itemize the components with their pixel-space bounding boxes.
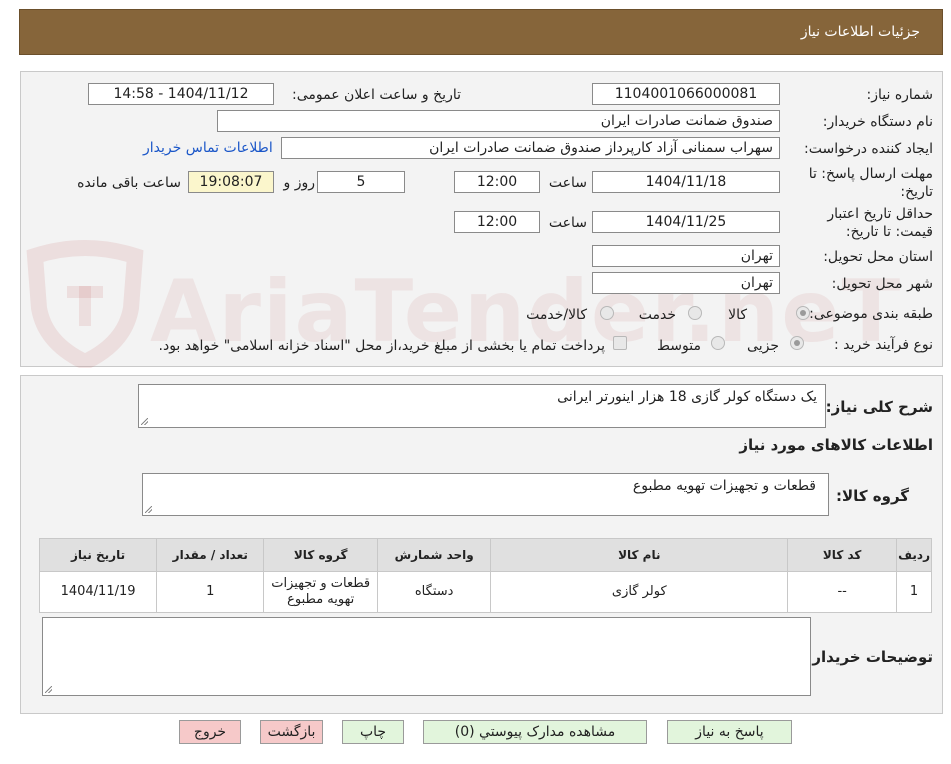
goods-group-textarea: قطعات و تجهیزات تهویه مطبوع (142, 473, 829, 516)
page-header: جزئیات اطلاعات نیاز (19, 9, 943, 55)
table-header-row: ردیف کد کالا نام کالا واحد شمارش گروه کا… (38, 538, 932, 572)
col-quantity: تعداد / مقدار (156, 538, 265, 572)
cell-goods-name: کولر گازی (490, 571, 789, 613)
col-unit: واحد شمارش (376, 538, 492, 572)
buyer-contact-link[interactable]: اطلاعات تماس خریدار (143, 140, 273, 156)
goods-group-label: گروه کالا: (836, 487, 909, 505)
deadline-time-label: ساعت (548, 175, 587, 191)
summary-label: شرح کلی نیاز: (825, 398, 933, 416)
deadline-date-field: 1404/11/18 (592, 171, 780, 193)
resize-grip-icon[interactable] (141, 418, 148, 425)
remaining-time-label: ساعت باقی مانده (77, 175, 181, 191)
watermark-logo (15, 238, 155, 371)
category-label: طبقه بندی موضوعی: (809, 306, 933, 322)
announce-datetime-field: 1404/11/12 - 14:58 (88, 83, 274, 105)
resize-grip-icon[interactable] (145, 506, 152, 513)
validity-time-label: ساعت (548, 215, 587, 231)
col-need-date: تاریخ نیاز (38, 538, 158, 572)
need-number-field: 1104001066000081 (592, 83, 780, 105)
buyer-org-label: نام دستگاه خریدار: (822, 114, 933, 130)
cell-row-number: 1 (896, 571, 932, 613)
days-label: روز و (283, 175, 316, 191)
province-field: تهران (592, 245, 780, 267)
remaining-time-field: 19:08:07 (188, 171, 274, 193)
reply-button[interactable]: پاسخ به نیاز (667, 720, 792, 744)
need-number-label: شماره نیاز: (866, 87, 934, 103)
category-option-goods-service: کالا/خدمت (526, 307, 587, 323)
category-radio-goods[interactable] (796, 306, 810, 320)
shield-logo-icon (26, 240, 144, 371)
validity-label-date: قیمت: تا تاریخ: (845, 224, 933, 240)
category-radio-service[interactable] (688, 306, 702, 320)
treasury-checkbox[interactable] (613, 336, 627, 350)
exit-button[interactable]: خروج (179, 720, 241, 744)
col-row-number: ردیف (896, 538, 932, 572)
cell-goods-group: قطعات و تجهیزات تهویه مطبوع (263, 571, 378, 613)
buyer-notes-label: توضیحات خریدار: (806, 648, 933, 666)
city-label: شهر محل تحویل: (831, 276, 933, 292)
buyer-org-field: صندوق ضمانت صادرات ایران (217, 110, 780, 132)
col-goods-group: گروه کالا (263, 538, 378, 572)
goods-table: ردیف کد کالا نام کالا واحد شمارش گروه کا… (38, 538, 932, 613)
summary-text: یک دستگاه کولر گازی 18 هزار اینورتر ایرا… (557, 389, 817, 405)
process-label: نوع فرآیند خرید : (834, 337, 933, 353)
province-label: استان محل تحویل: (823, 249, 933, 265)
validity-time-field: 12:00 (454, 211, 540, 233)
cell-quantity: 1 (156, 571, 265, 613)
city-field: تهران (592, 272, 780, 294)
announce-label: تاریخ و ساعت اعلان عمومی: (292, 87, 461, 103)
page-title: جزئیات اطلاعات نیاز (800, 24, 920, 40)
category-radio-goods-service[interactable] (600, 306, 614, 320)
creator-field: سهراب سمنانی آزاد کارپرداز صندوق ضمانت ص… (281, 137, 780, 159)
process-radio-medium[interactable] (711, 336, 725, 350)
category-option-service: خدمت (638, 307, 676, 323)
goods-group-text: قطعات و تجهیزات تهویه مطبوع (632, 478, 816, 494)
creator-label: ایجاد کننده درخواست: (804, 141, 933, 157)
print-button[interactable]: چاپ (342, 720, 404, 744)
goods-info-title: اطلاعات کالاهای مورد نیاز (739, 436, 933, 454)
back-button[interactable]: بازگشت (260, 720, 323, 744)
buyer-notes-textarea[interactable] (42, 617, 811, 696)
validity-date-field: 1404/11/25 (592, 211, 780, 233)
col-goods-code: کد کالا (787, 538, 898, 572)
deadline-label: مهلت ارسال پاسخ: تا (808, 166, 933, 182)
process-option-medium: متوسط (657, 338, 701, 354)
view-attachments-button[interactable]: مشاهده مدارک پیوستي (0) (423, 720, 647, 744)
deadline-time-field: 12:00 (454, 171, 540, 193)
process-radio-minor[interactable] (790, 336, 804, 350)
category-option-goods: کالا (728, 307, 747, 323)
summary-textarea: یک دستگاه کولر گازی 18 هزار اینورتر ایرا… (138, 384, 826, 428)
resize-grip-icon[interactable] (45, 686, 52, 693)
col-goods-name: نام کالا (490, 538, 789, 572)
table-row: 1 -- کولر گازی دستگاه قطعات و تجهیزات ته… (38, 571, 932, 613)
deadline-label-date: تاریخ: (900, 184, 933, 200)
cell-goods-code: -- (787, 571, 898, 613)
treasury-note: پرداخت تمام یا بخشی از مبلغ خرید،از محل … (158, 338, 605, 354)
days-remaining-field: 5 (317, 171, 405, 193)
process-option-minor: جزیی (747, 338, 779, 354)
validity-label: حداقل تاریخ اعتبار (827, 206, 933, 222)
cell-unit: دستگاه (376, 571, 492, 613)
cell-need-date: 1404/11/19 (38, 571, 158, 613)
